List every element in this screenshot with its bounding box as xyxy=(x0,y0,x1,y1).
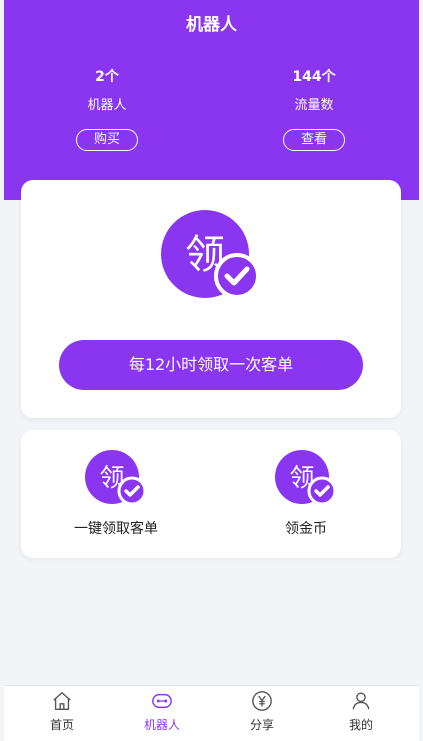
user-icon xyxy=(352,692,370,710)
tab-mine[interactable]: 我的 xyxy=(311,690,411,733)
claim-badge-icon: 领 xyxy=(275,450,337,506)
app-frame: 机器人 2个 机器人 购买 144个 流量数 查看 领 每12小时领取一次客单 … xyxy=(4,0,419,741)
stat-traffic: 144个 流量数 查看 xyxy=(244,66,384,151)
buy-button[interactable]: 购买 xyxy=(76,129,138,151)
one-click-claim-label: 一键领取客单 xyxy=(74,521,158,537)
page-title: 机器人 xyxy=(186,15,237,35)
claim-coins-label: 领金币 xyxy=(285,521,327,537)
options-card: 领 一键领取客单 领 领金币 xyxy=(21,430,401,558)
yen-icon xyxy=(252,691,272,711)
claim-coins-option[interactable]: 领 领金币 xyxy=(226,450,386,538)
stat-robots: 2个 机器人 购买 xyxy=(37,66,177,151)
stat-robots-label: 机器人 xyxy=(87,98,127,113)
one-click-claim-option[interactable]: 领 一键领取客单 xyxy=(36,450,196,538)
claim-orders-button[interactable]: 每12小时领取一次客单 xyxy=(59,340,363,390)
bottom-tab-bar: 首页 机器人 分享 我的 xyxy=(4,685,419,741)
home-icon xyxy=(53,692,71,710)
claim-badge-icon: 领 xyxy=(85,450,147,506)
tab-home[interactable]: 首页 xyxy=(12,690,112,733)
claim-badge-icon: 领 xyxy=(161,210,260,299)
view-button[interactable]: 查看 xyxy=(283,129,345,151)
header-banner: 机器人 2个 机器人 购买 144个 流量数 查看 xyxy=(4,0,419,200)
claim-card: 领 每12小时领取一次客单 xyxy=(21,180,401,418)
tab-mine-label: 我的 xyxy=(348,718,373,732)
stat-robots-value: 2个 xyxy=(95,69,119,85)
stat-traffic-value: 144个 xyxy=(292,69,336,85)
tab-share-label: 分享 xyxy=(249,718,274,732)
robot-icon xyxy=(152,693,172,709)
tab-home-label: 首页 xyxy=(49,718,74,732)
tab-share[interactable]: 分享 xyxy=(212,690,312,733)
tab-robot[interactable]: 机器人 xyxy=(112,690,212,733)
stat-traffic-label: 流量数 xyxy=(294,98,334,113)
tab-robot-label: 机器人 xyxy=(143,718,180,732)
